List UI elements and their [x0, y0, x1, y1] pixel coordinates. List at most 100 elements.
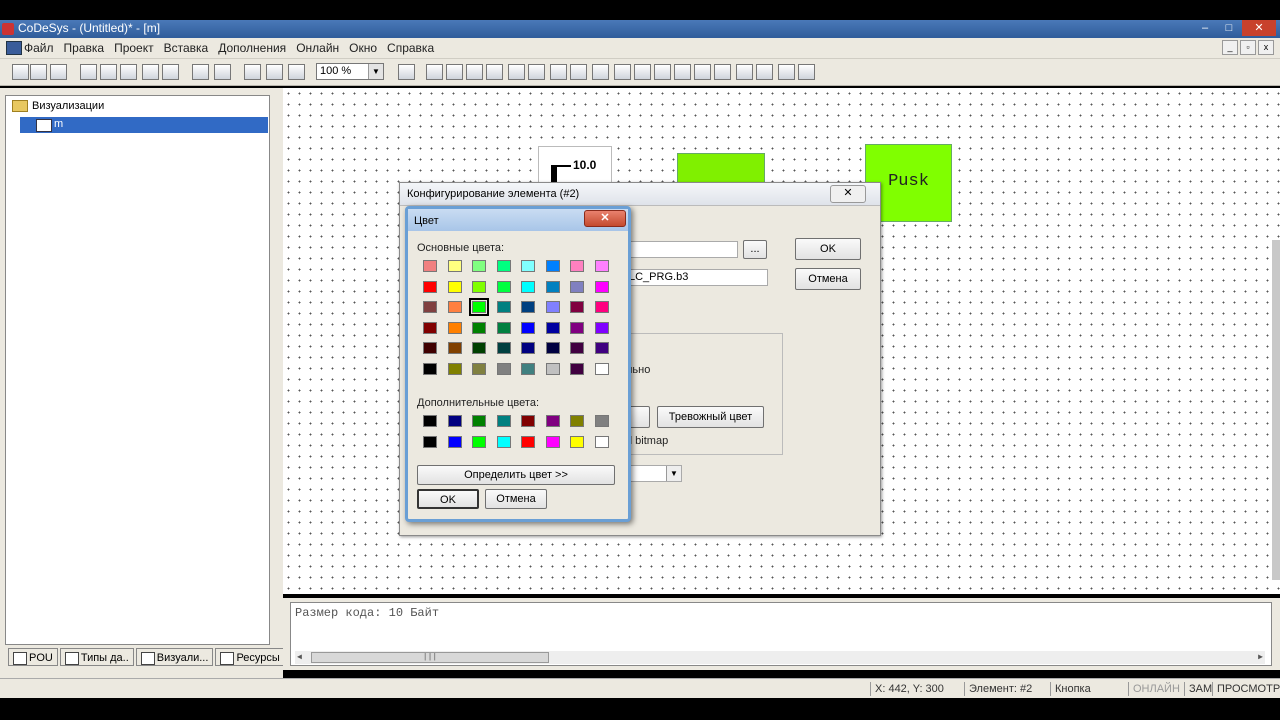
- basic-color-swatch[interactable]: [447, 362, 462, 375]
- bargraph-icon[interactable]: [694, 64, 711, 80]
- menu-item[interactable]: Дополнения: [218, 41, 286, 55]
- variable-field[interactable]: LC_PRG.b3: [626, 269, 768, 286]
- basic-color-swatch[interactable]: [521, 321, 535, 334]
- cancel-button[interactable]: Отмена: [795, 268, 861, 290]
- cut-icon[interactable]: [244, 64, 261, 80]
- basic-color-swatch[interactable]: [545, 280, 560, 293]
- menu-item[interactable]: Правка: [64, 41, 105, 55]
- alarm-icon[interactable]: [736, 64, 753, 80]
- visualization-icon[interactable]: [592, 64, 609, 80]
- custom-color-swatch[interactable]: [521, 415, 535, 427]
- bitmap-field[interactable]: [626, 241, 738, 258]
- rectangle-icon[interactable]: [426, 64, 443, 80]
- basic-color-swatch[interactable]: [521, 280, 535, 293]
- basic-color-swatch[interactable]: [570, 260, 584, 272]
- bitmap-icon[interactable]: [570, 64, 587, 80]
- stop-icon[interactable]: [100, 64, 117, 80]
- basic-color-swatch[interactable]: [521, 260, 535, 272]
- basic-color-swatch[interactable]: [472, 342, 486, 354]
- print-icon[interactable]: [80, 64, 97, 80]
- ellipse-icon[interactable]: [466, 64, 483, 80]
- basic-color-swatch[interactable]: [496, 321, 511, 334]
- maximize-button[interactable]: □: [1218, 20, 1240, 36]
- chevron-down-icon[interactable]: ▼: [666, 466, 681, 481]
- basic-color-swatch[interactable]: [545, 342, 560, 354]
- basic-color-swatch[interactable]: [423, 260, 437, 272]
- custom-color-swatch[interactable]: [423, 415, 437, 427]
- meter-icon[interactable]: [674, 64, 691, 80]
- basic-color-swatch[interactable]: [496, 260, 511, 272]
- basic-color-swatch[interactable]: [594, 301, 609, 313]
- tab-resources[interactable]: Ресурсы: [215, 648, 285, 666]
- table-icon[interactable]: [654, 64, 671, 80]
- basic-color-swatch[interactable]: [594, 362, 609, 375]
- custom-color-swatch[interactable]: [594, 436, 609, 448]
- basic-color-swatch[interactable]: [496, 301, 511, 313]
- logout-icon[interactable]: [162, 64, 179, 80]
- custom-color-swatch[interactable]: [423, 436, 437, 448]
- custom-color-swatch[interactable]: [447, 415, 462, 427]
- menu-item[interactable]: Окно: [349, 41, 377, 55]
- basic-color-swatch[interactable]: [570, 280, 584, 293]
- login-icon[interactable]: [142, 64, 159, 80]
- tree-root[interactable]: Визуализации: [12, 100, 104, 112]
- basic-color-swatch[interactable]: [496, 342, 511, 354]
- basic-color-swatch[interactable]: [423, 362, 437, 375]
- define-color-button[interactable]: Определить цвет >>: [417, 465, 615, 485]
- close-icon[interactable]: ✕: [584, 210, 626, 227]
- custom-color-swatch[interactable]: [545, 436, 560, 448]
- basic-color-swatch[interactable]: [570, 342, 584, 354]
- basic-color-swatch[interactable]: [521, 301, 535, 313]
- basic-color-swatch[interactable]: [447, 280, 462, 293]
- custom-color-swatch[interactable]: [496, 436, 511, 448]
- close-button[interactable]: ✕: [1242, 20, 1276, 36]
- polyline-icon[interactable]: [508, 64, 525, 80]
- new-icon[interactable]: [12, 64, 29, 80]
- curve-icon[interactable]: [528, 64, 545, 80]
- basic-color-swatch[interactable]: [447, 342, 462, 354]
- basic-color-swatch[interactable]: [423, 342, 437, 354]
- align-select[interactable]: ▼: [626, 465, 682, 482]
- select-icon[interactable]: [398, 64, 415, 80]
- custom-color-swatch[interactable]: [496, 415, 511, 427]
- slider-icon[interactable]: [778, 64, 795, 80]
- tab-visualizations[interactable]: Визуали...: [135, 648, 214, 666]
- compile-icon[interactable]: [120, 64, 137, 80]
- alarm-color-button[interactable]: Тревожный цвет: [657, 406, 764, 428]
- scrollbar-icon[interactable]: [798, 64, 815, 80]
- custom-color-swatch[interactable]: [472, 415, 486, 427]
- basic-color-swatch[interactable]: [594, 260, 609, 272]
- paste-icon[interactable]: [288, 64, 305, 80]
- basic-color-swatch[interactable]: [423, 321, 437, 334]
- basic-color-swatch[interactable]: [545, 260, 560, 272]
- ok-button[interactable]: OK: [795, 238, 861, 260]
- basic-color-swatch[interactable]: [447, 321, 462, 334]
- cut-icon[interactable]: [192, 64, 209, 80]
- histogram-icon[interactable]: [714, 64, 731, 80]
- mdi-close-button[interactable]: x: [1258, 40, 1274, 55]
- custom-color-swatch[interactable]: [570, 436, 584, 448]
- basic-color-swatch[interactable]: [545, 321, 560, 334]
- custom-color-swatch[interactable]: [570, 415, 584, 427]
- basic-color-swatch[interactable]: [472, 321, 486, 334]
- custom-color-swatch[interactable]: [447, 436, 462, 448]
- basic-color-swatch[interactable]: [447, 260, 462, 272]
- webcontrol-icon[interactable]: [634, 64, 651, 80]
- basic-color-swatch[interactable]: [545, 362, 560, 375]
- basic-color-swatch[interactable]: [570, 301, 584, 313]
- pie-icon[interactable]: [550, 64, 567, 80]
- basic-color-swatch[interactable]: [521, 362, 535, 375]
- menu-item[interactable]: Вставка: [164, 41, 209, 55]
- tab-datatypes[interactable]: Типы да..: [59, 648, 134, 666]
- rounded-rect-icon[interactable]: [446, 64, 463, 80]
- horizontal-scrollbar[interactable]: ◀ ||| ▶: [295, 651, 1265, 664]
- trend-icon[interactable]: [756, 64, 773, 80]
- scroll-right-icon[interactable]: ▶: [1258, 652, 1263, 662]
- vertical-scrollbar[interactable]: [1272, 240, 1280, 580]
- copy-icon[interactable]: [266, 64, 283, 80]
- browse-button[interactable]: ...: [743, 240, 767, 259]
- mdi-restore-button[interactable]: ▫: [1240, 40, 1256, 55]
- basic-color-swatch[interactable]: [594, 280, 609, 293]
- basic-color-swatch[interactable]: [570, 362, 584, 375]
- basic-color-swatch[interactable]: [472, 280, 486, 293]
